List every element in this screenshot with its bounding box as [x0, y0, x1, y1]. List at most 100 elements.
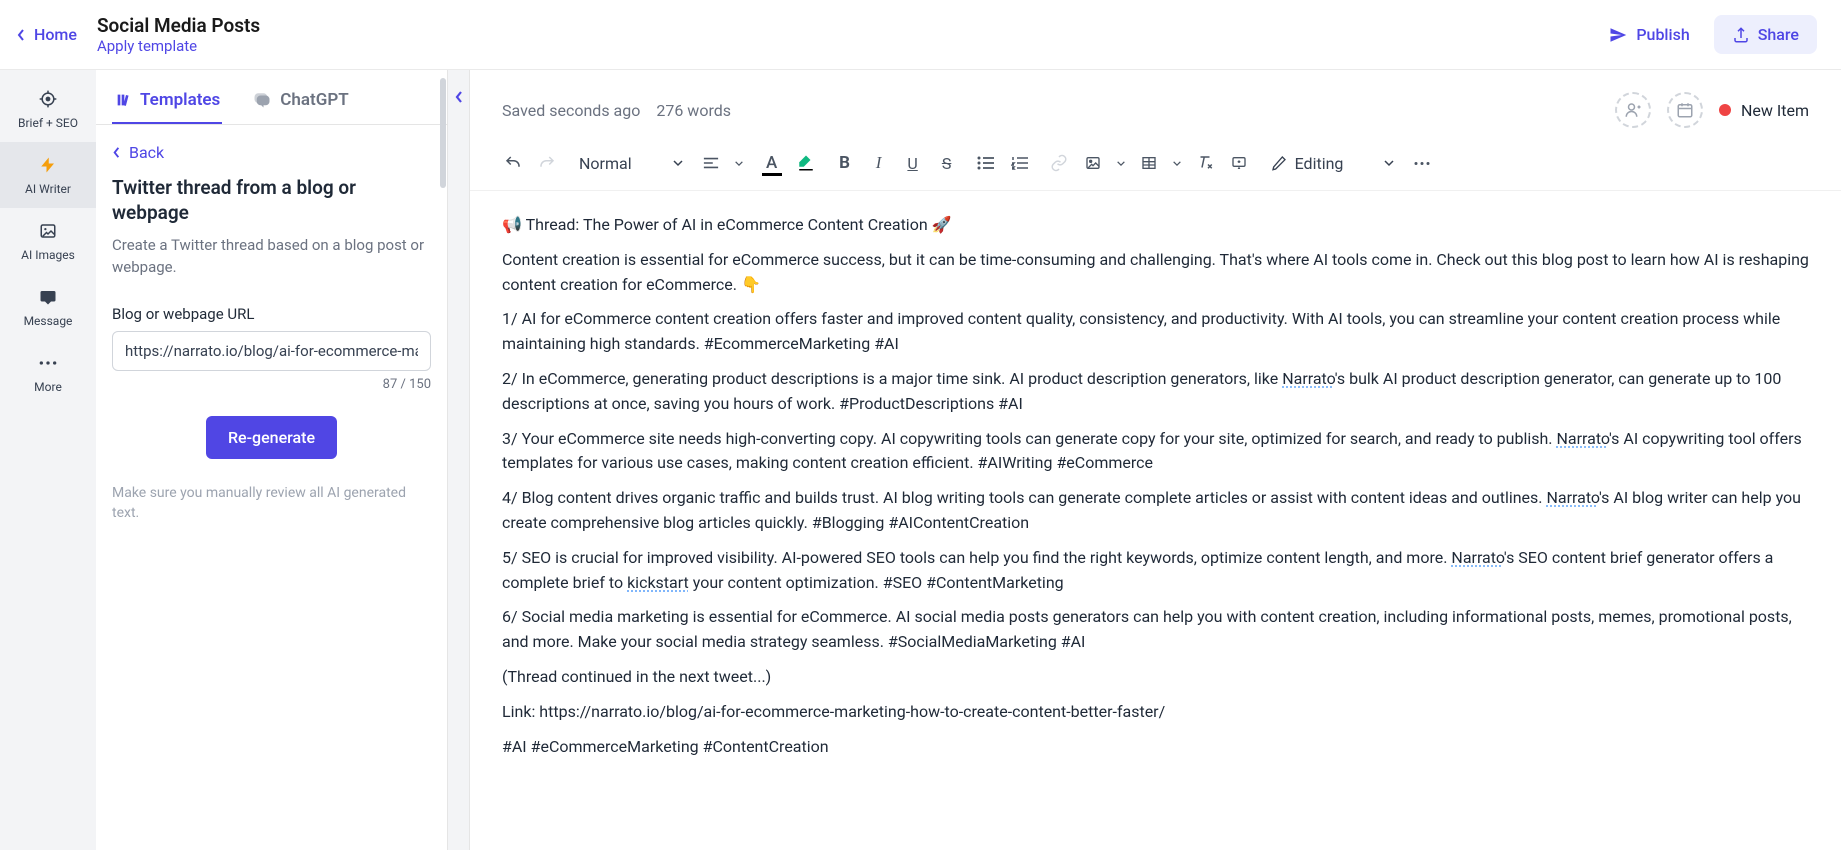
editor-area: Saved seconds ago 276 words New Item	[470, 70, 1841, 850]
back-link[interactable]: Back	[112, 143, 431, 162]
dots-icon	[1413, 161, 1431, 166]
upload-icon	[1732, 26, 1750, 44]
undo-icon	[504, 154, 522, 172]
apply-template-link[interactable]: Apply template	[97, 37, 1578, 55]
comment-button[interactable]	[1224, 148, 1254, 178]
text-color-button[interactable]: A	[757, 148, 787, 178]
target-icon	[37, 88, 59, 110]
url-input[interactable]	[112, 331, 431, 371]
align-left-icon	[703, 156, 719, 170]
template-title: Twitter thread from a blog or webpage	[112, 176, 431, 225]
page-title: Social Media Posts	[97, 14, 1578, 37]
url-field-label: Blog or webpage URL	[112, 305, 431, 323]
image-icon	[1084, 155, 1102, 171]
mode-selector[interactable]: Editing	[1263, 150, 1404, 177]
bullet-list-icon	[977, 156, 995, 170]
pencil-icon	[1271, 155, 1287, 171]
clear-format-icon	[1196, 154, 1214, 172]
content-paragraph: Content creation is essential for eComme…	[502, 248, 1809, 298]
tab-templates[interactable]: Templates	[112, 82, 222, 124]
text-color-icon: A	[766, 153, 777, 173]
chevron-down-icon	[1172, 160, 1182, 167]
content-paragraph: 3/ Your eCommerce site needs high-conver…	[502, 427, 1809, 477]
image-insert-button[interactable]	[1078, 148, 1108, 178]
bullet-list-button[interactable]	[971, 148, 1001, 178]
content-paragraph: 2/ In eCommerce, generating product desc…	[502, 367, 1809, 417]
publish-button[interactable]: Publish	[1598, 19, 1699, 50]
table-button[interactable]	[1134, 148, 1164, 178]
table-icon	[1140, 155, 1158, 171]
calendar-icon	[1676, 101, 1694, 119]
highlight-button[interactable]	[791, 148, 821, 178]
chevron-left-icon	[16, 28, 26, 42]
books-icon	[114, 92, 132, 108]
align-dropdown[interactable]	[730, 148, 748, 178]
chevron-down-icon	[1383, 159, 1395, 167]
highlight-icon	[797, 154, 815, 172]
link-icon	[1050, 154, 1068, 172]
content-paragraph: 4/ Blog content drives organic traffic a…	[502, 486, 1809, 536]
calendar-button[interactable]	[1667, 92, 1703, 128]
add-collaborator-button[interactable]	[1615, 92, 1651, 128]
redo-icon	[538, 154, 556, 172]
content-paragraph: 6/ Social media marketing is essential f…	[502, 605, 1809, 655]
image-icon	[37, 220, 59, 242]
scrollbar[interactable]	[440, 78, 446, 188]
template-description: Create a Twitter thread based on a blog …	[112, 235, 431, 279]
share-button[interactable]: Share	[1714, 15, 1817, 54]
chat-icon	[252, 91, 272, 109]
strikethrough-button[interactable]: S	[932, 148, 962, 178]
nav-more[interactable]: More	[0, 340, 96, 406]
strikethrough-icon: S	[942, 154, 952, 173]
chevron-left-icon	[454, 90, 464, 104]
home-label: Home	[34, 25, 77, 44]
content-paragraph: #AI #eCommerceMarketing #ContentCreation	[502, 735, 1809, 760]
chevron-down-icon	[672, 159, 684, 167]
chevron-down-icon	[1116, 160, 1126, 167]
collapse-panel-button[interactable]	[448, 70, 470, 850]
italic-icon: I	[876, 153, 882, 173]
image-dropdown[interactable]	[1112, 148, 1130, 178]
saved-status: Saved seconds ago	[502, 101, 640, 120]
send-icon	[1608, 26, 1628, 44]
bolt-icon	[37, 154, 59, 176]
table-dropdown[interactable]	[1168, 148, 1186, 178]
bold-button[interactable]: B	[830, 148, 860, 178]
message-icon	[37, 286, 59, 308]
redo-button[interactable]	[532, 148, 562, 178]
editor-content[interactable]: 📢 Thread: The Power of AI in eCommerce C…	[470, 191, 1841, 791]
status-selector[interactable]: New Item	[1719, 101, 1809, 120]
header-actions: Publish Share	[1598, 15, 1817, 54]
link-button[interactable]	[1044, 148, 1074, 178]
italic-button[interactable]: I	[864, 148, 894, 178]
editor-header: Saved seconds ago 276 words New Item	[470, 70, 1841, 140]
undo-button[interactable]	[498, 148, 528, 178]
editor-toolbar: Normal A B I	[470, 140, 1841, 191]
title-block: Social Media Posts Apply template	[97, 14, 1578, 55]
underline-button[interactable]: U	[898, 148, 928, 178]
content-paragraph: (Thread continued in the next tweet...)	[502, 665, 1809, 690]
nav-message[interactable]: Message	[0, 274, 96, 340]
regenerate-button[interactable]: Re-generate	[206, 416, 337, 459]
word-count: 276 words	[656, 101, 731, 120]
nav-ai-images[interactable]: AI Images	[0, 208, 96, 274]
content-paragraph: 1/ AI for eCommerce content creation off…	[502, 307, 1809, 357]
clear-format-button[interactable]	[1190, 148, 1220, 178]
home-link[interactable]: Home	[16, 25, 77, 44]
bold-icon: B	[839, 153, 850, 173]
template-panel: Templates ChatGPT Back Twitter thread fr…	[96, 70, 448, 850]
number-list-button[interactable]	[1005, 148, 1035, 178]
nav-ai-writer[interactable]: AI Writer	[0, 142, 96, 208]
align-button[interactable]	[696, 148, 726, 178]
nav-brief-seo[interactable]: Brief + SEO	[0, 76, 96, 142]
underline-icon: U	[907, 154, 917, 173]
tab-chatgpt[interactable]: ChatGPT	[250, 82, 350, 124]
style-selector[interactable]: Normal	[571, 150, 692, 177]
content-paragraph: 5/ SEO is crucial for improved visibilit…	[502, 546, 1809, 596]
more-toolbar-button[interactable]	[1407, 148, 1437, 178]
nav-rail: Brief + SEO AI Writer AI Images Message	[0, 70, 96, 850]
comment-icon	[1230, 155, 1248, 171]
app-header: Home Social Media Posts Apply template P…	[0, 0, 1841, 70]
content-paragraph: 📢 Thread: The Power of AI in eCommerce C…	[502, 213, 1809, 238]
status-dot-icon	[1719, 104, 1731, 116]
